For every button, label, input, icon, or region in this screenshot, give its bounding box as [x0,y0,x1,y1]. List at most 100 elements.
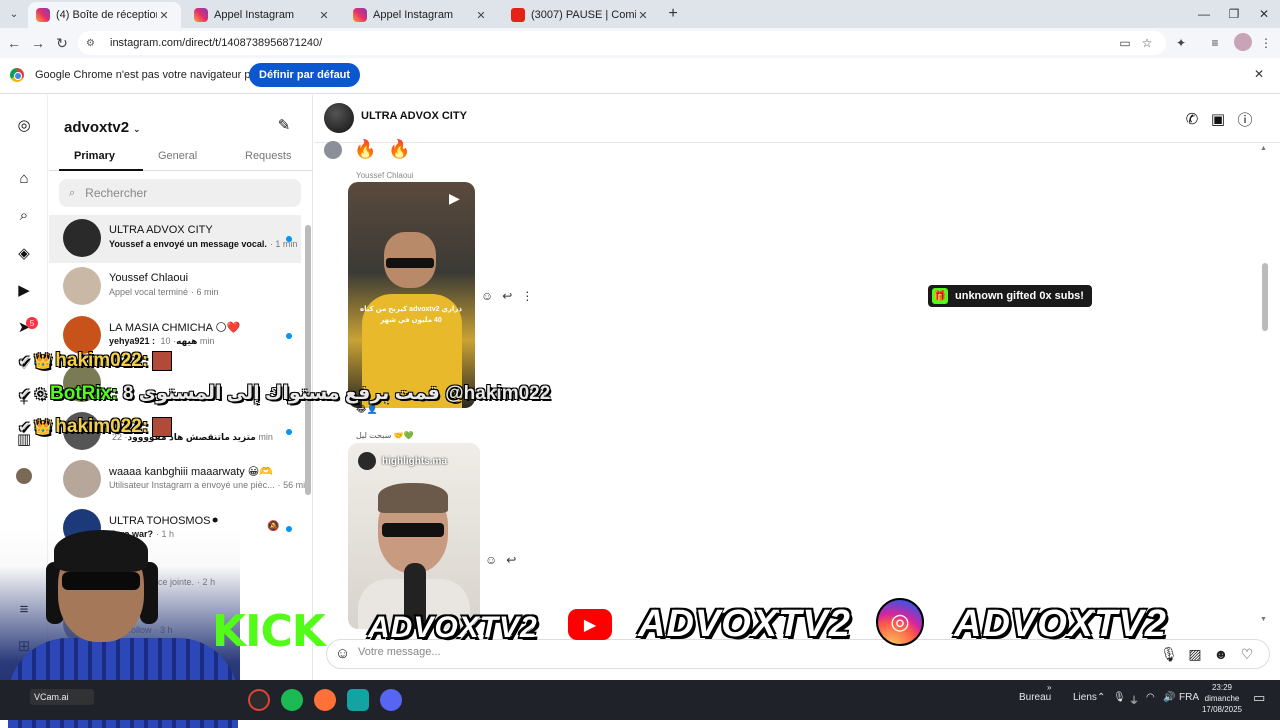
spotify-app-icon[interactable] [281,689,303,711]
back-arrow-icon[interactable]: ← [4,33,24,53]
tab-instagram-call-2[interactable]: Appel Instagram ✕ [345,2,498,28]
set-default-button[interactable]: Définir par défaut [249,63,361,87]
infobar-close-icon[interactable]: ✕ [1254,67,1264,81]
chat-header: ULTRA ADVOX CITY ✆ ▣ ⓘ [314,95,1280,143]
tab-close-icon[interactable]: ✕ [157,9,171,22]
image-upload-icon[interactable]: ▨ [1185,644,1205,664]
cast-icon[interactable]: ▭ [1115,33,1135,53]
links-toolbar-label[interactable]: Liens [1073,692,1097,703]
shared-reel[interactable]: ▶ ذراري advoxtv2 كيربح من كياه 40 مليون … [348,182,475,408]
scroll-up-arrow-icon[interactable]: ▲ [1260,145,1267,152]
crown-icon: 👑 [33,419,53,436]
search-icon[interactable]: ⌕ [14,205,34,225]
tray-chevron-up-icon[interactable]: ⌃ [1097,692,1105,703]
phone-call-icon[interactable]: ✆ [1182,109,1202,129]
emoji-picker-icon[interactable]: ☺ [335,645,350,662]
reply-arrow-icon[interactable]: ↩ [502,289,512,303]
new-message-icon[interactable]: ✎ [275,116,293,134]
reel-sunglasses [382,523,444,537]
account-name: advoxtv2 [64,119,130,136]
video-call-icon[interactable]: ▣ [1208,109,1228,129]
chat-title[interactable]: ULTRA ADVOX CITY [361,110,467,122]
instagram-icon [36,8,50,22]
shared-reel[interactable]: highlights.ma [348,443,480,629]
tab-close-icon[interactable]: ✕ [317,9,331,22]
tab-title: Appel Instagram [214,9,295,21]
tab-youtube[interactable]: (3007) PAUSE | Coming Soon... ✕ [503,2,660,28]
tab-primary[interactable]: Primary [74,150,115,162]
preview-text: yehya921 : هيهه [109,336,198,346]
bookmark-star-icon[interactable]: ☆ [1137,33,1157,53]
overlay-username: BotRix: [50,383,118,404]
firefox-app-icon[interactable] [314,689,336,711]
emote-image [152,350,173,371]
profile-avatar[interactable] [16,468,32,484]
conversation-row[interactable]: ULTRA ADVOX CITY Youssef a envoyé un mess… [49,215,301,263]
new-tab-plus-icon[interactable]: + [663,4,683,24]
sticker-icon[interactable]: ☻ [1211,644,1231,664]
message-input[interactable] [358,646,958,658]
media-control-icon[interactable]: ≡ [1205,33,1225,53]
message-actions: ☺ ↩ ⋮ [481,289,533,303]
tab-close-icon[interactable]: ✕ [636,9,650,22]
system-clock[interactable]: 23:29 dimanche 17/08/2025 [1192,682,1252,715]
scroll-down-arrow-icon[interactable]: ▼ [1260,616,1267,623]
url-field[interactable]: ⚙ instagram.com/direct/t/140873895687124… [78,31,1166,55]
reply-arrow-icon[interactable]: ↩ [506,553,516,567]
wifi-icon[interactable]: ◠ [1146,692,1155,703]
account-switcher[interactable]: advoxtv2 ⌄ [64,119,141,136]
explore-compass-icon[interactable]: ◈ [14,243,34,263]
reel-reactions[interactable]: 😂👤 [356,404,378,415]
tab-requests[interactable]: Requests [245,150,291,162]
close-window-icon[interactable]: ✕ [1249,4,1279,24]
more-options-icon[interactable]: ⋮ [521,289,533,303]
discord-app-icon[interactable] [380,689,402,711]
menu-kebab-icon[interactable]: ⋮ [1256,33,1276,53]
sender-avatar [324,141,342,159]
conversation-row[interactable]: Youssef Chlaoui Appel vocal terminé · 6 mi… [49,263,301,311]
preview-time: · 6 min [191,287,219,297]
inbox-scrollbar[interactable] [305,225,311,495]
search-input[interactable] [85,186,276,200]
chrome-app-icon[interactable] [248,689,270,711]
tab-instagram-call-1[interactable]: Appel Instagram ✕ [186,2,341,28]
instagram-logo-icon[interactable]: ◎ [14,115,34,135]
reels-icon[interactable]: ▶ [14,280,34,300]
chat-scrollbar[interactable] [1262,263,1268,331]
tab-general[interactable]: General [158,150,197,162]
tab-close-icon[interactable]: ✕ [474,9,488,22]
reel-hair [378,483,448,513]
overlay-chat-line: ✔ ⚙ BotRix: قمت برفع مستواك إلى المستوى 8 … [18,382,550,405]
chat-avatar[interactable] [324,103,354,133]
notification-center-icon[interactable]: ▭ [1253,690,1265,706]
search-box[interactable]: ⌕ [59,179,301,207]
desktop-toolbar-label[interactable]: Bureau [1019,692,1051,703]
app-icon[interactable] [347,689,369,711]
handle-text: ADVOXTV2 [368,611,538,644]
sender-name: Youssef Chlaoui [356,171,414,180]
reload-icon[interactable]: ↻ [52,33,72,53]
restore-icon[interactable]: ❐ [1219,4,1249,24]
tab-title: (3007) PAUSE | Coming Soon... [531,9,636,21]
extensions-icon[interactable]: ✦ [1171,33,1191,53]
tab-inbox[interactable]: (4) Boîte de réception • Direct ✕ [28,2,181,28]
mic-tray-icon[interactable]: 🎙 [1113,692,1126,703]
tab-search-chevron-icon[interactable]: ⌄ [4,4,24,24]
usb-tray-icon[interactable]: ⏚ [1129,692,1139,707]
toolbar-expand-icon[interactable]: » [1047,683,1051,692]
forward-arrow-icon[interactable]: → [28,33,48,53]
site-info-icon[interactable]: ⚙ [86,38,100,49]
home-icon[interactable]: ⌂ [14,168,34,188]
volume-icon[interactable]: 🔊 [1163,692,1175,703]
microphone-icon[interactable]: 🎙 [1159,644,1179,664]
react-smiley-icon[interactable]: ☺ [485,553,497,567]
unread-dot [286,333,292,339]
unread-dot [286,236,292,242]
info-icon[interactable]: ⓘ [1235,109,1255,129]
profile-avatar[interactable] [1234,33,1252,51]
conversation-preview: Utilisateur Instagram a envoyé une pièc.… [109,480,310,490]
conversation-row[interactable]: waaaa kanbghiii maaarwaty 😀🫶 Utilisateur … [49,456,310,504]
react-smiley-icon[interactable]: ☺ [481,289,493,303]
heart-like-icon[interactable]: ♡ [1237,644,1257,664]
minimize-icon[interactable]: — [1189,4,1219,24]
